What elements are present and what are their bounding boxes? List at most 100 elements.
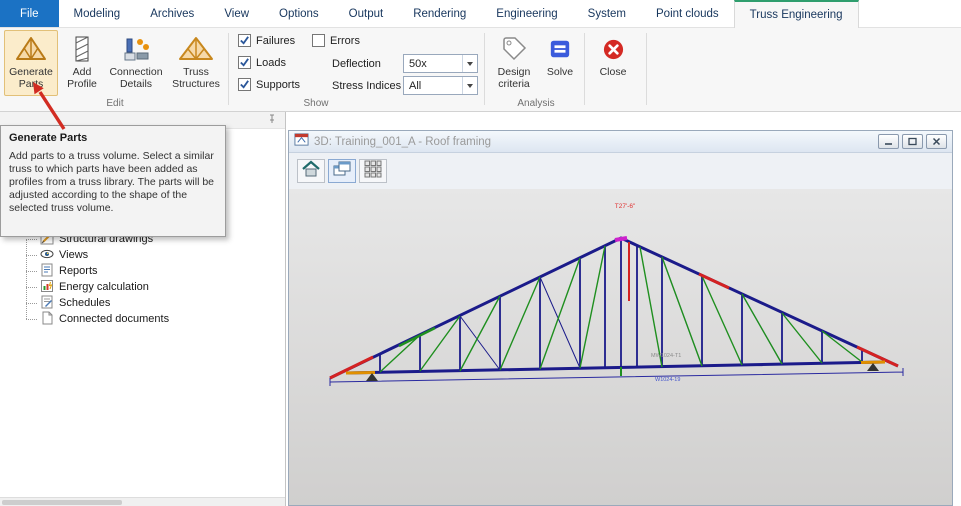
energy-calculation-icon (40, 279, 54, 296)
solve-button[interactable]: Solve (540, 30, 580, 96)
analysis-group-label: Analysis (490, 98, 582, 109)
connection-details-button[interactable]: Connection Details (106, 30, 166, 96)
edit-group-label: Edit (4, 98, 226, 109)
group-separator (484, 33, 485, 105)
document-icon (40, 311, 54, 328)
generate-parts-label: Generate Parts (5, 66, 57, 90)
3d-viewport[interactable]: T27'-6" MW1024-T1 W1024-19 (289, 189, 952, 505)
scrollbar-thumb[interactable] (2, 500, 122, 505)
group-separator (646, 33, 647, 105)
reports-icon (40, 263, 54, 280)
tab-system[interactable]: System (573, 0, 641, 27)
add-profile-label: Add Profile (61, 66, 103, 90)
tab-rendering[interactable]: Rendering (398, 0, 481, 27)
add-profile-button[interactable]: Add Profile (60, 30, 104, 96)
checkbox-icon (238, 78, 251, 91)
errors-label: Errors (330, 35, 360, 47)
home-view-button[interactable] (297, 159, 325, 183)
errors-checkbox[interactable]: Errors (312, 34, 360, 47)
deflection-dropdown[interactable]: 50x (403, 54, 478, 73)
tree-item-label: Connected documents (59, 313, 169, 325)
checkbox-icon (238, 34, 251, 47)
window-title: 3D: Training_001_A - Roof framing (314, 136, 875, 148)
sidebar-item-energy-calculation[interactable]: Energy calculation (26, 279, 169, 295)
truss-peak-label: T27'-6" (615, 203, 636, 210)
truss-structures-label: Truss Structures (169, 66, 223, 90)
analysis-group: Design criteria Solve Analysis (490, 30, 582, 110)
tab-point-clouds[interactable]: Point clouds (641, 0, 734, 27)
show-group-label: Show (236, 98, 396, 109)
design-criteria-label: Design criteria (491, 66, 537, 90)
failures-label: Failures (256, 35, 295, 47)
window-titlebar[interactable]: 3D: Training_001_A - Roof framing (289, 131, 952, 153)
tab-archives[interactable]: Archives (135, 0, 209, 27)
sidebar-item-connected-documents[interactable]: Connected documents (26, 311, 169, 327)
tab-file[interactable]: File (0, 0, 59, 27)
cascade-windows-icon (332, 160, 352, 183)
group-separator (584, 33, 585, 105)
supports-checkbox[interactable]: Supports (238, 78, 300, 91)
truss-drawing: T27'-6" MW1024-T1 W1024-19 (295, 191, 945, 503)
horizontal-scrollbar[interactable] (0, 497, 285, 506)
supports-label: Supports (256, 79, 300, 91)
stress-indices-dropdown[interactable]: All (403, 76, 478, 95)
stress-indices-label: Stress Indices (332, 80, 401, 92)
window-icon (294, 132, 309, 152)
tab-truss-engineering[interactable]: Truss Engineering (734, 0, 859, 28)
tab-modeling[interactable]: Modeling (59, 0, 136, 27)
schedules-icon (40, 295, 54, 312)
group-separator (228, 33, 229, 105)
stress-indices-value: All (404, 80, 462, 92)
cascade-windows-button[interactable] (328, 159, 356, 183)
views-icon (40, 247, 54, 264)
house-icon (301, 160, 321, 183)
menu-bar: File Modeling Archives View Options Outp… (0, 0, 961, 28)
tab-engineering[interactable]: Engineering (481, 0, 572, 27)
truss-dimension-label: W1024-19 (655, 377, 680, 383)
grid-views-button[interactable] (359, 159, 387, 183)
generate-parts-button[interactable]: Generate Parts (4, 30, 58, 96)
edit-group: Generate Parts Add Profile (4, 30, 226, 110)
profile-icon (68, 34, 96, 64)
project-tree: Structural drawings Views Reports Energy… (26, 231, 169, 327)
tree-item-label: Energy calculation (59, 281, 149, 293)
close-icon (602, 34, 625, 64)
close-button[interactable]: Close (590, 30, 636, 96)
chevron-down-icon (462, 77, 477, 94)
loads-label: Loads (256, 57, 286, 69)
close-label: Close (600, 66, 627, 78)
sidebar-item-schedules[interactable]: Schedules (26, 295, 169, 311)
tree-item-label: Reports (59, 265, 98, 277)
pin-icon[interactable] (267, 111, 277, 129)
checkbox-icon (238, 56, 251, 69)
minimize-button[interactable] (878, 134, 899, 149)
3d-window: 3D: Training_001_A - Roof framing (288, 130, 953, 506)
restore-button[interactable] (902, 134, 923, 149)
chevron-down-icon (462, 55, 477, 72)
deflection-label: Deflection (332, 58, 381, 70)
loads-checkbox[interactable]: Loads (238, 56, 286, 69)
sidebar-item-reports[interactable]: Reports (26, 263, 169, 279)
design-criteria-button[interactable]: Design criteria (490, 30, 538, 96)
tag-icon (501, 34, 527, 64)
close-window-button[interactable] (926, 134, 947, 149)
view-toolbar (289, 153, 952, 189)
tooltip-body: Add parts to a truss volume. Select a si… (9, 150, 217, 215)
sidebar-item-views[interactable]: Views (26, 247, 169, 263)
connection-details-label: Connection Details (107, 66, 165, 90)
truss-member-label: MW1024-T1 (651, 353, 681, 359)
tab-options[interactable]: Options (264, 0, 334, 27)
generate-parts-tooltip: Generate Parts Add parts to a truss volu… (0, 125, 226, 237)
generate-parts-truss-icon (15, 34, 47, 64)
close-group: Close (590, 30, 640, 110)
failures-checkbox[interactable]: Failures (238, 34, 295, 47)
tree-item-label: Schedules (59, 297, 110, 309)
tab-output[interactable]: Output (334, 0, 399, 27)
truss-structures-icon (178, 34, 214, 64)
show-group: Failures Errors Loads Supports Deflectio… (236, 30, 484, 110)
deflection-value: 50x (404, 58, 462, 70)
connection-details-icon (121, 34, 151, 64)
tab-view[interactable]: View (209, 0, 264, 27)
truss-structures-button[interactable]: Truss Structures (168, 30, 224, 96)
tree-item-label: Views (59, 249, 88, 261)
